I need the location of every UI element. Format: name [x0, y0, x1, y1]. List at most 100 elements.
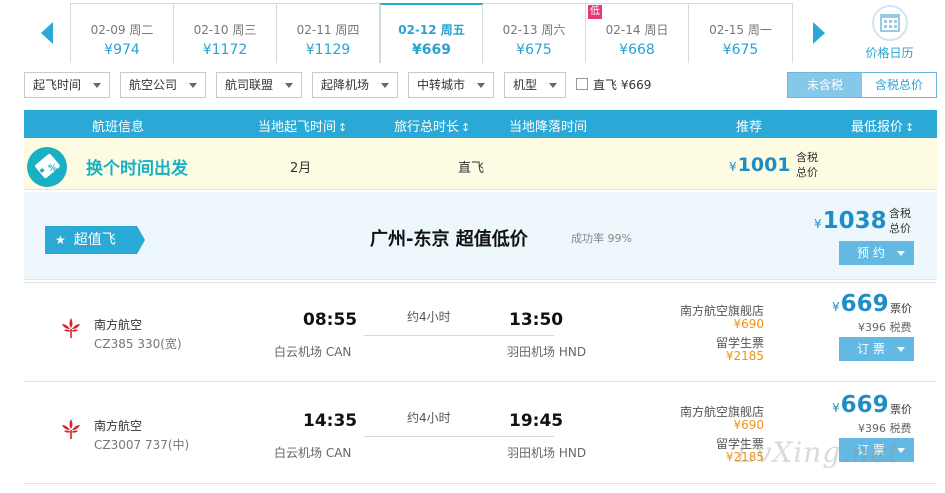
flight-row: 南方航空 CZ3007 737(中) 14:35 白云机场 CAN 约4小时 1…: [24, 384, 937, 484]
currency-symbol: ¥: [832, 401, 840, 415]
discount-tag-icon: %: [27, 147, 67, 187]
reserve-button[interactable]: 预 约: [839, 241, 914, 265]
flight-row: 南方航空 CZ385 330(宽) 08:55 白云机场 CAN 约4小时 13…: [24, 282, 937, 382]
header-price-label: 最低报价: [851, 120, 904, 135]
direct-only-label: 直飞 ¥669: [593, 78, 652, 92]
airline-name: 南方航空: [94, 318, 143, 332]
header-duration-label: 旅行总时长: [394, 120, 460, 135]
date-label: 02-12 周五: [398, 23, 465, 37]
reserve-label: 预 约: [857, 246, 885, 260]
date-cell-0213[interactable]: 02-13 周六 ¥675: [483, 4, 586, 63]
china-southern-logo-icon: [62, 419, 80, 439]
depart-time: 14:35: [303, 411, 358, 431]
date-strip: 02-09 周二 ¥974 02-10 周三 ¥1172 02-11 周四 ¥1…: [24, 3, 937, 63]
china-southern-logo-icon: [62, 318, 80, 338]
date-cell-0215[interactable]: 02-15 周一 ¥675: [689, 4, 792, 63]
date-price: ¥668: [619, 42, 655, 58]
flight-number: CZ385 330(宽): [94, 337, 182, 351]
arrive-airport: 羽田机场 HND: [507, 446, 587, 460]
calendar-icon: [871, 5, 908, 41]
date-label: 02-11 周四: [296, 23, 360, 37]
sort-lowest-price[interactable]: 最低报价 ↕: [851, 116, 914, 135]
tax-fee: ¥396 税费: [858, 321, 912, 334]
airline-name: 南方航空: [94, 419, 143, 433]
prev-dates-button[interactable]: [24, 3, 70, 63]
aircraft-select[interactable]: 机型: [504, 72, 566, 98]
deal-success-rate: 成功率 99%: [571, 232, 632, 245]
alliance-select[interactable]: 航司联盟: [216, 72, 302, 98]
sort-icon: ↕: [461, 121, 471, 134]
takeoff-time-label: 起飞时间: [33, 78, 82, 92]
sort-icon: ↕: [338, 121, 348, 134]
airport-label: 起降机场: [321, 78, 370, 92]
date-price: ¥675: [722, 42, 759, 58]
flight-number: CZ3007 737(中): [94, 438, 190, 452]
date-cell-0211[interactable]: 02-11 周四 ¥1129: [277, 4, 380, 63]
chevron-down-icon: [285, 83, 293, 88]
date-cell-0212-selected[interactable]: 02-12 周五 ¥669: [380, 3, 483, 63]
date-price: ¥669: [412, 42, 451, 58]
header-arrive-time: 当地降落时间: [509, 120, 588, 135]
alliance-label: 航司联盟: [225, 78, 274, 92]
chevron-down-icon: [93, 83, 101, 88]
seller-flagship-price: ¥690: [733, 418, 764, 432]
arrive-time: 19:45: [509, 411, 564, 431]
promo-title: 换个时间出发: [86, 159, 188, 179]
sort-duration[interactable]: 旅行总时长 ↕: [394, 116, 470, 135]
tax-excluded-tab[interactable]: 未含税: [788, 73, 862, 97]
chevron-right-icon: [813, 22, 825, 44]
depart-airport: 白云机场 CAN: [274, 345, 352, 359]
sort-depart-time[interactable]: 当地起飞时间 ↕: [258, 116, 347, 135]
star-icon: ★: [55, 233, 66, 247]
promo-direct: 直飞: [458, 161, 485, 176]
date-price: ¥1129: [305, 42, 351, 58]
date-cell-0214[interactable]: 低 02-14 周日 ¥668: [586, 4, 689, 63]
promo-tax-note: 含税总价: [796, 151, 818, 179]
ticket-price-value: 669: [840, 392, 889, 418]
direct-only-checkbox[interactable]: [576, 78, 588, 90]
date-cell-0209[interactable]: 02-09 周二 ¥974: [71, 4, 174, 63]
date-price: ¥974: [104, 42, 140, 58]
seller-student-price: ¥2185: [725, 349, 764, 363]
takeoff-time-select[interactable]: 起飞时间: [24, 72, 110, 98]
airline-select[interactable]: 航空公司: [120, 72, 206, 98]
ticket-price: ¥669: [832, 291, 889, 317]
flight-duration: 约4小时: [407, 411, 451, 425]
tax-included-tab[interactable]: 含税总价: [862, 73, 936, 97]
arrive-time: 13:50: [509, 310, 564, 330]
chevron-down-icon: [477, 83, 485, 88]
promo-price-value: 1001: [737, 154, 791, 176]
results-header: 航班信息 当地起飞时间 ↕ 旅行总时长 ↕ 当地降落时间 推荐 最低报价 ↕: [24, 110, 937, 138]
chevron-down-icon: [381, 83, 389, 88]
currency-symbol: ¥: [729, 160, 737, 174]
date-label: 02-15 周一: [709, 23, 772, 37]
depart-time: 08:55: [303, 310, 358, 330]
deal-tax-note: 含税总价: [889, 207, 911, 235]
airport-select[interactable]: 起降机场: [312, 72, 398, 98]
date-cell-0210[interactable]: 02-10 周三 ¥1172: [174, 4, 277, 63]
ticket-price-label: 票价: [890, 302, 912, 315]
filter-bar: 起飞时间 航空公司 航司联盟 起降机场 中转城市 机型 直飞 ¥669 未含税 …: [24, 72, 937, 100]
ticket-price: ¥669: [832, 392, 889, 418]
transfer-city-select[interactable]: 中转城市: [408, 72, 494, 98]
aircraft-label: 机型: [513, 78, 538, 92]
transfer-city-label: 中转城市: [417, 78, 466, 92]
date-list: 02-09 周二 ¥974 02-10 周三 ¥1172 02-11 周四 ¥1…: [70, 3, 793, 63]
header-depart-label: 当地起飞时间: [258, 120, 337, 135]
date-label: 02-10 周三: [193, 23, 257, 37]
header-recommend: 推荐: [736, 120, 763, 135]
super-deal-label: 超值飞: [73, 232, 116, 248]
lowest-price-badge: 低: [588, 5, 602, 19]
date-label: 02-09 周二: [90, 23, 154, 37]
sort-icon: ↕: [905, 121, 915, 134]
airline-label: 航空公司: [129, 78, 178, 92]
site-watermark: LvXing.net: [736, 436, 901, 469]
book-ticket-button[interactable]: 订 票: [839, 337, 914, 361]
book-ticket-label: 订 票: [857, 342, 885, 356]
flight-duration: 约4小时: [407, 310, 451, 324]
super-deal-badge: ★ 超值飞: [45, 226, 145, 254]
date-label: 02-14 周日: [605, 23, 669, 37]
change-time-promo[interactable]: % 换个时间出发 2月 直飞 ¥1001 含税总价: [24, 138, 937, 190]
price-calendar-button[interactable]: 价格日历: [842, 3, 937, 63]
next-dates-button[interactable]: [796, 3, 842, 63]
